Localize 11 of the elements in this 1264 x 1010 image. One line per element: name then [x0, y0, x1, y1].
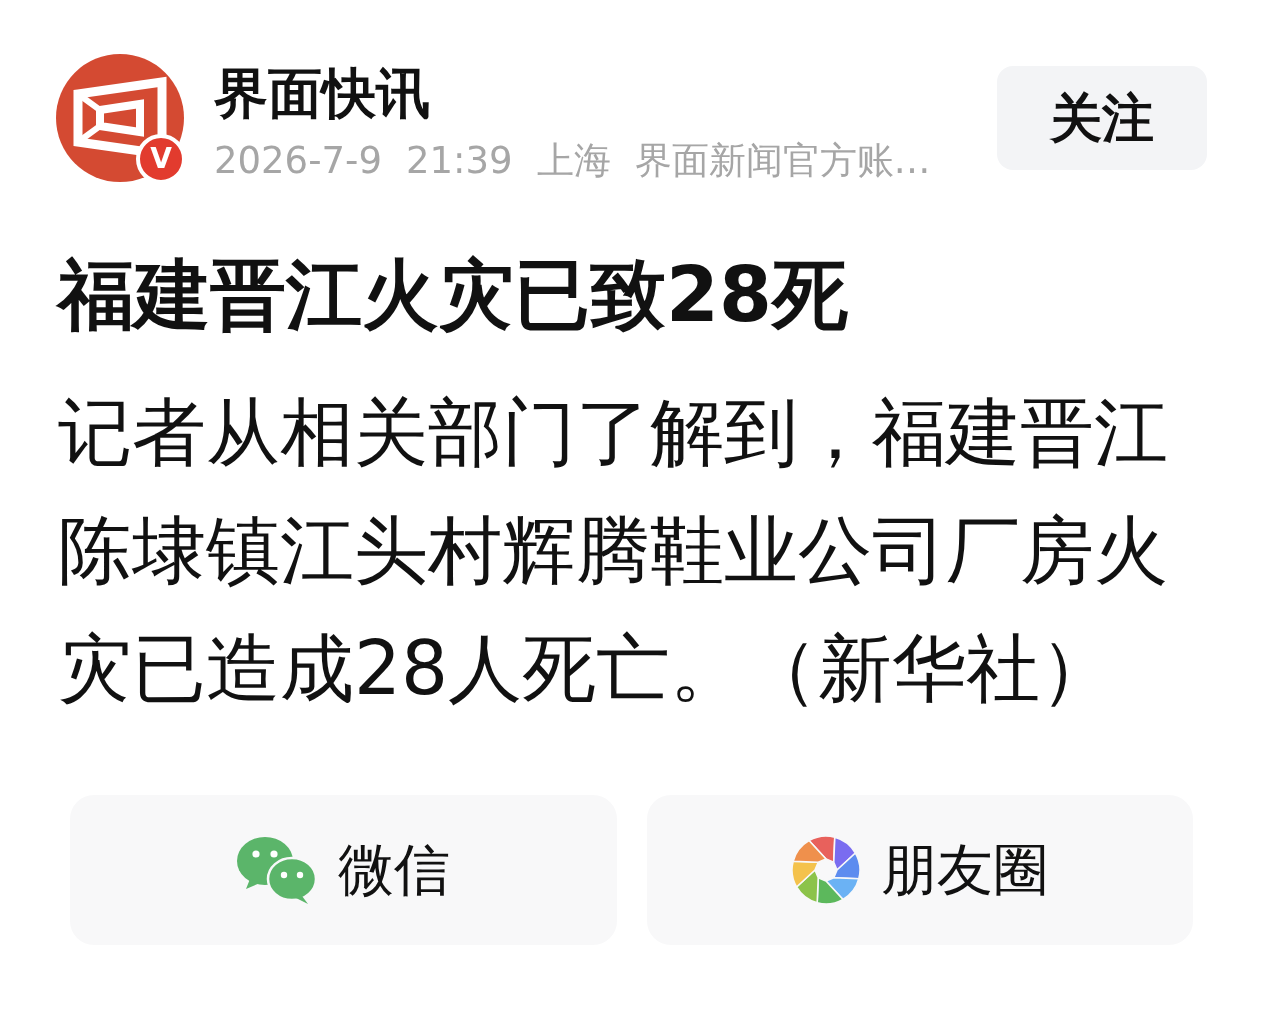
moments-share-button[interactable]: 朋友圈	[646, 795, 1193, 945]
article-title: 福建晋江火灾已致28死	[58, 250, 848, 340]
post-date: 2026-7-9	[214, 138, 382, 184]
account-name: 界面快讯	[214, 62, 430, 126]
article-body: 记者从相关部门了解到，福建晋江陈埭镇江头村辉腾鞋业公司厂房火灾已造成28人死亡。（新华社）	[58, 388, 1169, 713]
post-location: 上海	[536, 138, 611, 184]
wechat-share-button[interactable]: 微信	[70, 795, 617, 945]
follow-button[interactable]: 关注	[997, 66, 1207, 170]
aperture-icon	[790, 835, 861, 905]
post-time: 21:39	[405, 138, 513, 184]
account-description: 界面新闻官方账…	[634, 138, 931, 184]
